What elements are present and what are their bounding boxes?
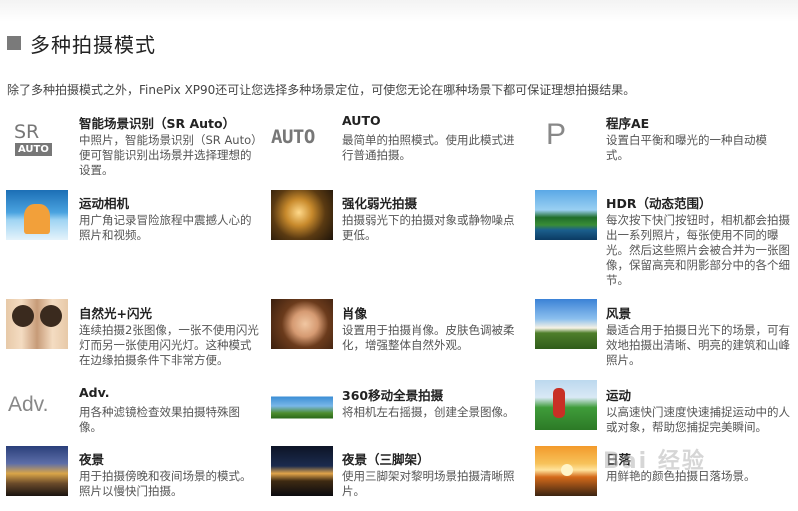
mode-name: 运动 [606, 388, 632, 403]
mode-name: 程序AE [606, 116, 650, 131]
mode-desc: 设置用于拍摄肖像。皮肤色调被柔化，增强整体自然外观。 [342, 323, 515, 352]
mode-desc: 用各种滤镜检查效果拍摄特殊图像。 [79, 405, 240, 434]
mode-desc: 以高速快门速度快速捕捉运动中的人或对象，帮助您捕捉完美瞬间。 [606, 405, 790, 434]
mode-name: AUTO [342, 113, 381, 128]
photo-panorama [271, 382, 333, 432]
mode-desc: 将相机左右摇摄，创建全景图像。 [342, 405, 515, 419]
p-icon: P [532, 110, 594, 160]
section-header: 多种拍摄模式 [7, 28, 156, 58]
photo-sports [535, 380, 597, 430]
adv-text: Adv. [8, 393, 49, 416]
mode-desc: 用于拍摄傍晚和夜间场景的模式。照片以慢快门拍摄。 [79, 469, 252, 498]
mode-name: 智能场景识别（SR Auto） [79, 116, 236, 131]
mode-name: 夜景（三脚架） [342, 452, 430, 467]
photo-night-tripod [271, 446, 333, 496]
mode-name: 运动相机 [79, 196, 130, 211]
mode-name: Adv. [79, 385, 110, 400]
p-text: P [546, 118, 567, 151]
mode-desc: 拍摄弱光下的拍摄对象或静物噪点更低。 [342, 213, 515, 242]
sr-auto-icon: SR AUTO [12, 114, 74, 164]
photo-landscape [535, 299, 597, 349]
photo-low-light [271, 190, 333, 240]
photo-hdr [535, 190, 597, 240]
sr-text: SR [14, 120, 40, 143]
mode-desc: 最适合用于拍摄日光下的场景，可有效地拍摄出清晰、明亮的建筑和山峰照片。 [606, 323, 790, 367]
watermark: Bai 经验 [603, 449, 706, 474]
photo-portrait [271, 299, 333, 349]
photo-natural-flash [6, 299, 68, 349]
mode-desc: 连续拍摄2张图像，一张不使用闪光灯而另一张使用闪光灯。这种模式在边缘拍摄条件下非… [79, 323, 259, 367]
mode-name: 强化弱光拍摄 [342, 196, 418, 211]
photo-night [6, 446, 68, 496]
auto-text: AUTO [271, 126, 315, 148]
mode-desc: 中照片，智能场景识别（SR Auto）便可智能识别出场景并选择理想的设置。 [79, 133, 257, 177]
mode-name: 360移动全景拍摄 [342, 388, 444, 403]
mode-desc: 每次按下快门按钮时，相机都会拍摄出一系列照片，每张使用不同的曝光。然后这些照片会… [606, 213, 790, 287]
mode-name: 风景 [606, 306, 632, 321]
mode-desc: 使用三脚架对黎明场景拍摄清晰照片。 [342, 469, 515, 498]
mode-name: 肖像 [342, 306, 368, 321]
mode-desc: 用广角记录冒险旅程中震撼人心的照片和视频。 [79, 213, 252, 242]
sr-badge: AUTO [15, 142, 52, 156]
photo-sunset [535, 446, 597, 496]
adv-icon: Adv. [8, 380, 70, 430]
auto-icon: AUTO [271, 112, 333, 162]
photo-action-camera [6, 190, 68, 240]
mode-desc: 设置白平衡和曝光的一种自动模式。 [606, 133, 767, 162]
intro-text: 除了多种拍摄模式之外，FinePix XP90还可让您选择多种场景定位，可使您无… [7, 83, 636, 97]
mode-name: 夜景 [79, 452, 105, 467]
header-square-icon [7, 36, 21, 50]
section-title: 多种拍摄模式 [30, 32, 156, 57]
mode-name: 自然光+闪光 [79, 306, 152, 321]
top-gradient-band [0, 0, 798, 22]
mode-desc: 最简单的拍照模式。使用此模式进行普通拍摄。 [342, 133, 515, 162]
mode-name: HDR（动态范围） [606, 196, 712, 211]
